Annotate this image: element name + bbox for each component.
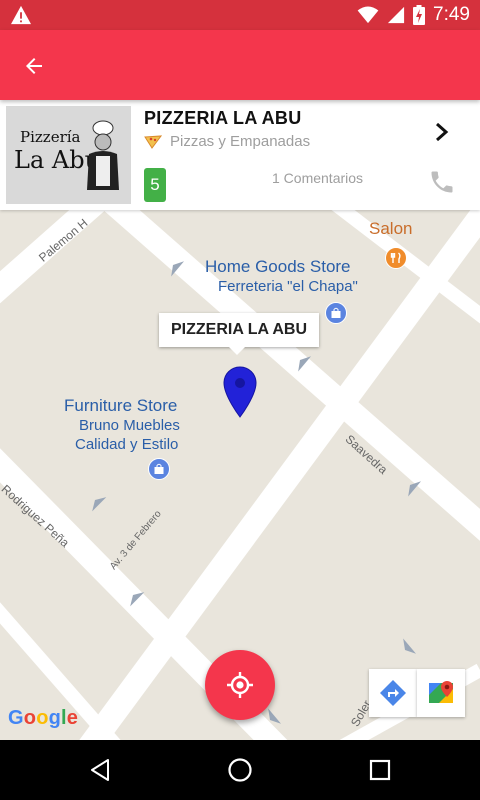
warning-icon [11, 5, 31, 25]
place-category: Pizzas y Empanadas [144, 133, 310, 150]
rating-badge: 5 [144, 168, 166, 202]
phone-icon [431, 171, 453, 193]
clock: 7:49 [433, 4, 470, 25]
home-circle-icon [228, 758, 252, 782]
pizza-icon [144, 134, 162, 149]
poi-label-salon: Salon [369, 219, 413, 238]
cell-signal-icon [387, 6, 405, 24]
poi-label-bruno-muebles: Bruno Muebles [79, 417, 180, 434]
system-nav-bar [0, 740, 480, 800]
shopping-bag-icon[interactable] [325, 302, 347, 324]
shopping-bag-icon[interactable] [148, 458, 170, 480]
app-bar [0, 30, 480, 100]
directions-button[interactable] [369, 669, 417, 717]
nav-recents-button[interactable] [364, 754, 396, 786]
recents-square-icon [369, 759, 391, 781]
nav-home-button[interactable] [224, 754, 256, 786]
battery-charging-icon [413, 5, 426, 25]
comments-count[interactable]: 1 Comentarios [272, 170, 363, 186]
arrow-back-icon [26, 58, 42, 74]
back-triangle-icon [91, 759, 109, 781]
map-view[interactable]: Palemon H Saavedra Rodriguez Peña Av. 3 … [0, 210, 480, 740]
chef-illustration [87, 120, 119, 190]
nav-back-button[interactable] [84, 754, 116, 786]
location-pin-icon[interactable] [223, 366, 257, 418]
poi-label-furniture-store: Furniture Store [64, 396, 178, 415]
place-category-label: Pizzas y Empanadas [170, 133, 311, 150]
marker-info-window[interactable]: PIZZERIA LA ABU [159, 313, 319, 355]
google-logo: Google [8, 707, 79, 729]
status-bar: 7:49 [0, 0, 480, 30]
my-location-button[interactable] [205, 650, 275, 720]
poi-label-calidad-estilo: Calidad y Estilo [75, 436, 179, 453]
thumbnail-text-top: Pizzería [20, 128, 81, 146]
poi-label-home-goods: Home Goods Store [205, 257, 351, 276]
google-maps-icon [429, 681, 453, 703]
restaurant-icon[interactable] [385, 247, 407, 269]
open-maps-button[interactable] [417, 669, 465, 717]
my-location-icon [227, 672, 253, 698]
wifi-icon [357, 6, 379, 24]
directions-icon [380, 680, 406, 706]
place-name: PIZZERIA LA ABU [144, 108, 302, 128]
chevron-right-icon [436, 122, 449, 142]
poi-label-ferreteria: Ferreteria "el Chapa" [218, 278, 358, 295]
place-thumbnail: Pizzería La Abu [6, 106, 131, 204]
back-button[interactable] [16, 48, 52, 84]
call-button[interactable] [424, 164, 460, 200]
place-detail-button[interactable] [428, 118, 456, 146]
